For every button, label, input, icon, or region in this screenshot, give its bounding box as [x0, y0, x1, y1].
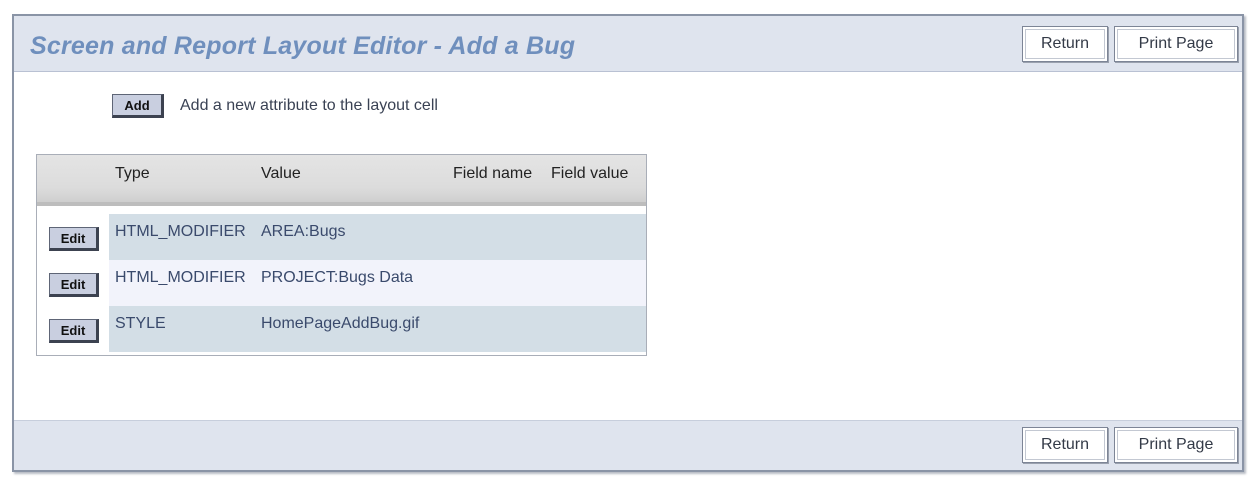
column-header-type: Type	[115, 165, 150, 182]
edit-button[interactable]: Edit	[49, 319, 99, 343]
add-attribute-row: Add Add a new attribute to the layout ce…	[112, 94, 438, 118]
print-page-button[interactable]: Print Page	[1114, 26, 1238, 62]
attributes-table: Type Value Field name Field value Edit H…	[36, 154, 647, 356]
cell-type: STYLE	[115, 315, 166, 332]
edit-button[interactable]: Edit	[49, 227, 99, 251]
column-header-field-name: Field name	[453, 165, 533, 182]
column-header-field-value: Field value	[551, 165, 629, 182]
footer-return-button[interactable]: Return	[1022, 427, 1108, 463]
cell-value: HomePageAddBug.gif	[261, 315, 420, 332]
cell-type: HTML_MODIFIER	[115, 269, 246, 286]
table-header: Type Value Field name Field value	[37, 155, 646, 206]
header-bar: Screen and Report Layout Editor - Add a …	[14, 16, 1242, 72]
table-row: Edit HTML_MODIFIER AREA:Bugs	[37, 214, 646, 260]
table-row: Edit STYLE HomePageAddBug.gif	[37, 306, 646, 352]
footer-print-page-button[interactable]: Print Page	[1114, 427, 1238, 463]
table-row: Edit HTML_MODIFIER PROJECT:Bugs Data	[37, 260, 646, 306]
cell-value: PROJECT:Bugs Data	[261, 269, 414, 286]
edit-button[interactable]: Edit	[49, 273, 99, 297]
add-description: Add a new attribute to the layout cell	[180, 97, 438, 114]
return-button[interactable]: Return	[1022, 26, 1108, 62]
footer-bar: Return Print Page	[14, 420, 1242, 470]
cell-value: AREA:Bugs	[261, 223, 346, 240]
layout-editor-window: Screen and Report Layout Editor - Add a …	[12, 14, 1244, 472]
page-title: Screen and Report Layout Editor - Add a …	[30, 32, 576, 60]
add-button[interactable]: Add	[112, 94, 164, 118]
column-header-value: Value	[261, 165, 301, 182]
cell-type: HTML_MODIFIER	[115, 223, 246, 240]
